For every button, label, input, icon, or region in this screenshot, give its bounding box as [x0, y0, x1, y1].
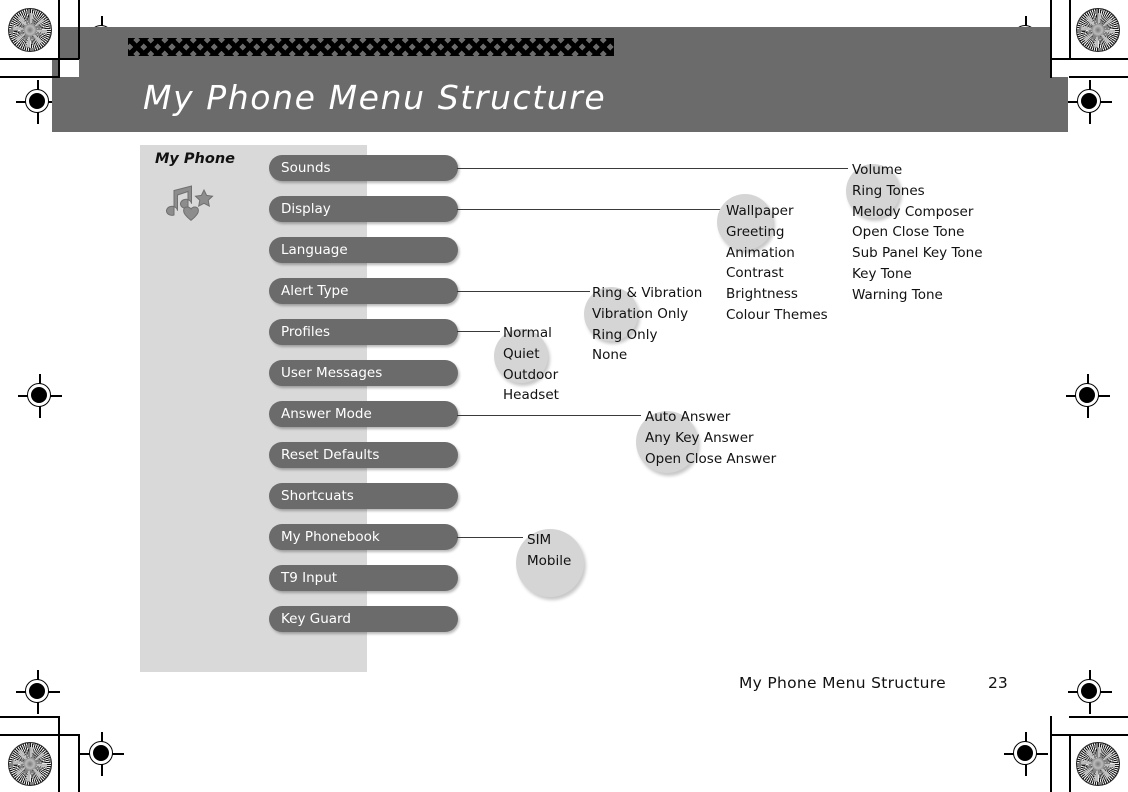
- submenu-item[interactable]: None: [592, 345, 702, 366]
- menu-item-profiles[interactable]: Profiles: [269, 319, 458, 345]
- menu-item-label: T9 Input: [281, 570, 338, 586]
- crop-notch: [59, 59, 79, 77]
- crop-line: [1050, 734, 1128, 736]
- starburst-registration-mark: [8, 742, 52, 786]
- submenu-item[interactable]: Key Tone: [852, 264, 983, 285]
- diamond-decoration-band: [128, 38, 614, 56]
- connector-sounds: [457, 168, 848, 170]
- registration-crosshair: [18, 374, 62, 418]
- crop-line: [0, 76, 59, 78]
- crop-line: [78, 734, 80, 792]
- submenu-item[interactable]: Ring & Vibration: [592, 283, 702, 304]
- registration-crosshair: [1066, 374, 1110, 418]
- submenu-my-phonebook: SIM Mobile: [516, 529, 584, 597]
- crop-line: [0, 716, 59, 718]
- submenu-item[interactable]: Any Key Answer: [645, 428, 776, 449]
- submenu-item[interactable]: Melody Composer: [852, 202, 983, 223]
- menu-item-shortcuts[interactable]: Shortcuats: [269, 483, 458, 509]
- menu-item-label: Answer Mode: [281, 406, 372, 422]
- submenu-item[interactable]: Normal: [503, 323, 559, 344]
- crop-line: [1069, 716, 1128, 718]
- submenu-display: Wallpaper Greeting Animation Contrast Br…: [717, 194, 828, 326]
- menu-item-label: Reset Defaults: [281, 447, 380, 463]
- submenu-sounds: Volume Ring Tones Melody Composer Open C…: [846, 160, 983, 306]
- crop-line: [0, 76, 60, 78]
- submenu-item[interactable]: Mobile: [527, 551, 571, 572]
- menu-item-display[interactable]: Display: [269, 196, 458, 222]
- submenu-item[interactable]: Ring Tones: [852, 181, 983, 202]
- registration-crosshair: [1068, 670, 1112, 714]
- music-notes-star-heart-icon: [158, 182, 220, 230]
- menu-item-answer-mode[interactable]: Answer Mode: [269, 401, 458, 427]
- page-title: My Phone Menu Structure: [143, 78, 607, 117]
- footer-title: My Phone Menu Structure: [739, 674, 946, 692]
- menu-item-label: Alert Type: [281, 283, 349, 299]
- submenu-item[interactable]: Brightness: [726, 284, 828, 305]
- menu-item-label: My Phonebook: [281, 529, 380, 545]
- menu-item-label: Sounds: [281, 160, 331, 176]
- connector-my-phonebook: [457, 537, 523, 539]
- registration-crosshair: [80, 732, 124, 776]
- menu-item-label: User Messages: [281, 365, 383, 381]
- crop-line: [1069, 734, 1071, 792]
- menu-item-key-guard[interactable]: Key Guard: [269, 606, 458, 632]
- registration-crosshair: [1004, 732, 1048, 776]
- crop-line: [0, 734, 79, 736]
- crop-line: [1069, 0, 1071, 59]
- submenu-item[interactable]: Outdoor: [503, 365, 559, 386]
- starburst-registration-mark: [1076, 8, 1120, 52]
- menu-item-my-phonebook[interactable]: My Phonebook: [269, 524, 458, 550]
- submenu-item[interactable]: Open Close Tone: [852, 222, 983, 243]
- crop-line: [1069, 0, 1071, 58]
- page-canvas: My Phone Menu Structure My Phone Sounds …: [0, 0, 1128, 792]
- submenu-alert-type: Ring & Vibration Vibration Only Ring Onl…: [584, 283, 702, 366]
- crop-notch: [52, 27, 59, 58]
- starburst-registration-mark: [1076, 742, 1120, 786]
- menu-item-label: Profiles: [281, 324, 331, 340]
- submenu-answer-mode: Auto Answer Any Key Answer Open Close An…: [636, 407, 776, 473]
- submenu-item[interactable]: Warning Tone: [852, 285, 983, 306]
- crop-notch: [1050, 59, 1068, 77]
- starburst-registration-mark: [8, 8, 52, 52]
- submenu-item[interactable]: Vibration Only: [592, 304, 702, 325]
- submenu-item[interactable]: SIM: [527, 530, 571, 551]
- footer-page-number: 23: [988, 674, 1008, 692]
- submenu-item[interactable]: Volume: [852, 160, 983, 181]
- connector-profiles: [457, 331, 500, 333]
- crop-line: [1069, 76, 1128, 78]
- crop-line: [1050, 716, 1052, 792]
- menu-item-t9-input[interactable]: T9 Input: [269, 565, 458, 591]
- crop-notch: [1050, 27, 1069, 58]
- submenu-item[interactable]: Colour Themes: [726, 305, 828, 326]
- menu-item-label: Display: [281, 201, 331, 217]
- submenu-item[interactable]: Greeting: [726, 222, 828, 243]
- menu-item-alert-type[interactable]: Alert Type: [269, 278, 458, 304]
- registration-crosshair: [16, 670, 60, 714]
- menu-item-label: Language: [281, 242, 348, 258]
- menu-item-label: Key Guard: [281, 611, 351, 627]
- crop-line: [58, 716, 60, 792]
- menu-item-language[interactable]: Language: [269, 237, 458, 263]
- menu-item-user-messages[interactable]: User Messages: [269, 360, 458, 386]
- panel-title: My Phone: [155, 151, 235, 167]
- submenu-item[interactable]: Headset: [503, 385, 559, 406]
- submenu-item[interactable]: Contrast: [726, 263, 828, 284]
- crop-line: [1069, 76, 1128, 78]
- submenu-item[interactable]: Wallpaper: [726, 201, 828, 222]
- submenu-profiles: Normal Quiet Outdoor Headset: [494, 323, 559, 406]
- submenu-item[interactable]: Animation: [726, 243, 828, 264]
- submenu-item[interactable]: Auto Answer: [645, 407, 776, 428]
- menu-item-label: Shortcuats: [281, 488, 354, 504]
- connector-alert-type: [457, 291, 590, 293]
- submenu-item[interactable]: Ring Only: [592, 325, 702, 346]
- connector-answer-mode: [457, 415, 641, 417]
- submenu-item[interactable]: Quiet: [503, 344, 559, 365]
- submenu-item[interactable]: Open Close Answer: [645, 449, 776, 470]
- submenu-item[interactable]: Sub Panel Key Tone: [852, 243, 983, 264]
- registration-crosshair: [1068, 80, 1112, 124]
- menu-item-sounds[interactable]: Sounds: [269, 155, 458, 181]
- menu-item-reset-defaults[interactable]: Reset Defaults: [269, 442, 458, 468]
- connector-display: [457, 209, 723, 211]
